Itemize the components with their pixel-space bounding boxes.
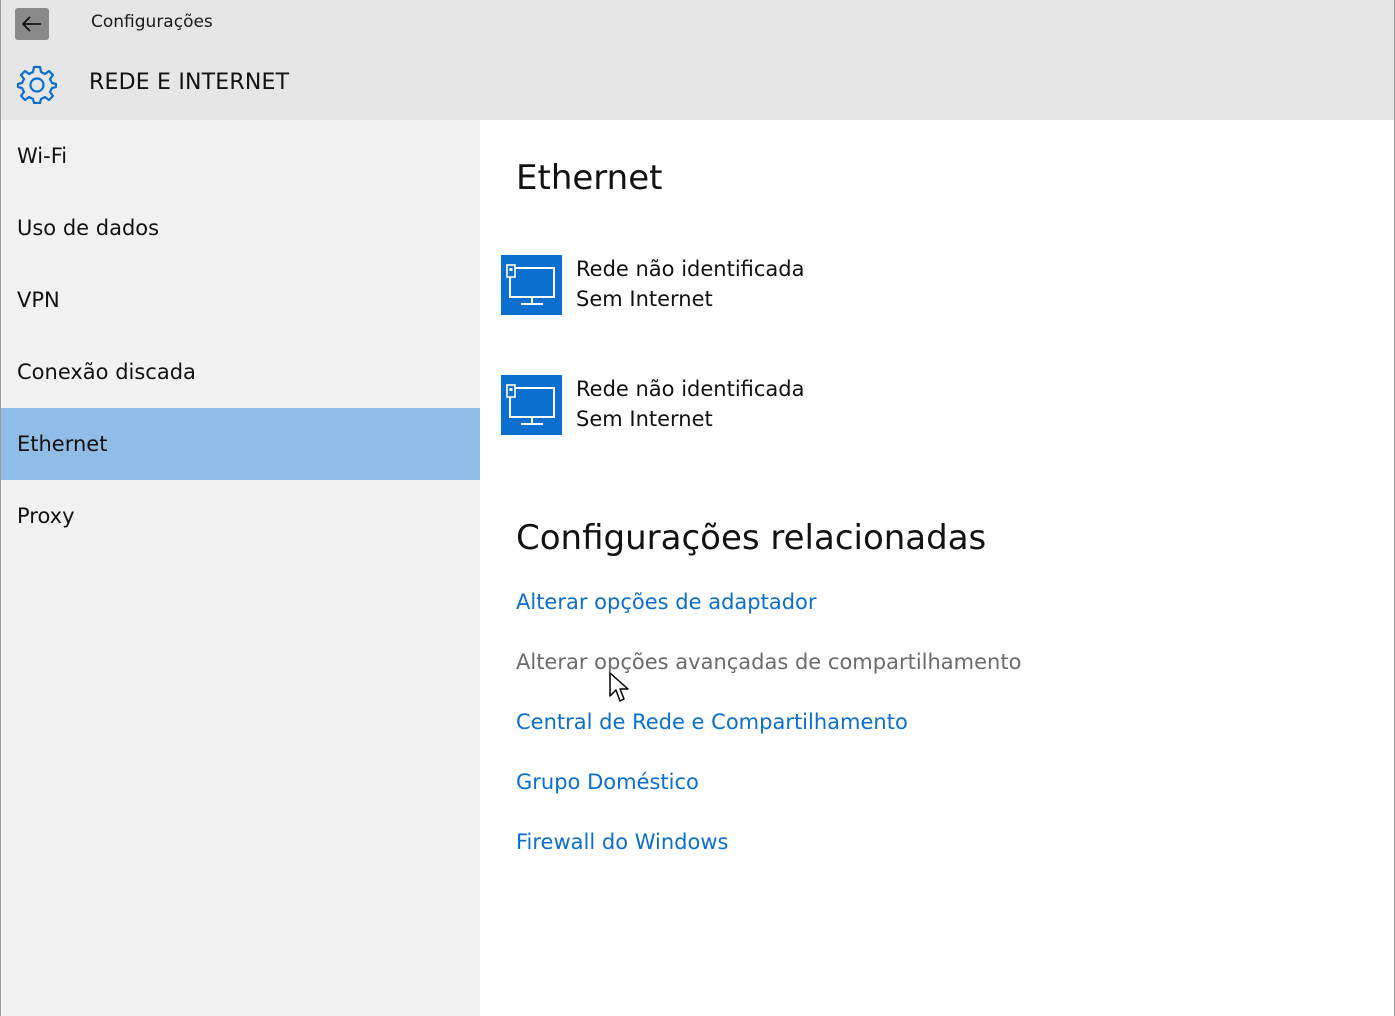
sidebar: Wi-Fi Uso de dados VPN Conexão discada E… [1,120,480,1016]
settings-window: Configurações REDE E INTERNET Wi-Fi Uso … [0,0,1395,1016]
sidebar-item-proxy[interactable]: Proxy [1,480,480,552]
network-item[interactable]: Rede não identificada Sem Internet [501,375,901,437]
section-title: REDE E INTERNET [89,70,290,95]
link-homegroup[interactable]: Grupo Doméstico [516,770,699,794]
sidebar-item-label: Proxy [17,504,75,528]
mouse-cursor-icon [609,672,629,702]
page-title: Ethernet [516,158,663,198]
sidebar-item-label: Uso de dados [17,216,160,240]
sidebar-item-wifi[interactable]: Wi-Fi [1,120,480,192]
main-content: Ethernet Rede não identificada Sem Inter… [480,120,1394,1016]
sidebar-item-label: VPN [17,288,60,312]
related-settings-title: Configurações relacionadas [516,518,987,558]
sidebar-item-label: Conexão discada [17,360,196,384]
page-header: REDE E INTERNET [1,48,1394,120]
network-name: Rede não identificada [576,377,805,401]
network-status: Sem Internet [576,407,713,431]
network-name: Rede não identificada [576,257,805,281]
sidebar-item-label: Ethernet [17,432,108,456]
monitor-network-icon [501,375,562,435]
link-adapter-options[interactable]: Alterar opções de adaptador [516,590,817,614]
network-item[interactable]: Rede não identificada Sem Internet [501,255,901,317]
window-title: Configurações [91,12,213,32]
sidebar-item-ethernet[interactable]: Ethernet [1,408,480,480]
link-advanced-sharing[interactable]: Alterar opções avançadas de compartilham… [516,650,1021,674]
link-windows-firewall[interactable]: Firewall do Windows [516,830,728,854]
network-status: Sem Internet [576,287,713,311]
back-button[interactable] [15,8,49,40]
sidebar-item-label: Wi-Fi [17,144,68,168]
link-network-sharing-center[interactable]: Central de Rede e Compartilhamento [516,710,908,734]
monitor-network-icon [501,255,562,315]
gear-icon [17,65,57,104]
title-bar: Configurações [1,0,1394,48]
sidebar-item-vpn[interactable]: VPN [1,264,480,336]
arrow-left-icon [22,16,41,32]
sidebar-item-dialup[interactable]: Conexão discada [1,336,480,408]
sidebar-item-data-usage[interactable]: Uso de dados [1,192,480,264]
